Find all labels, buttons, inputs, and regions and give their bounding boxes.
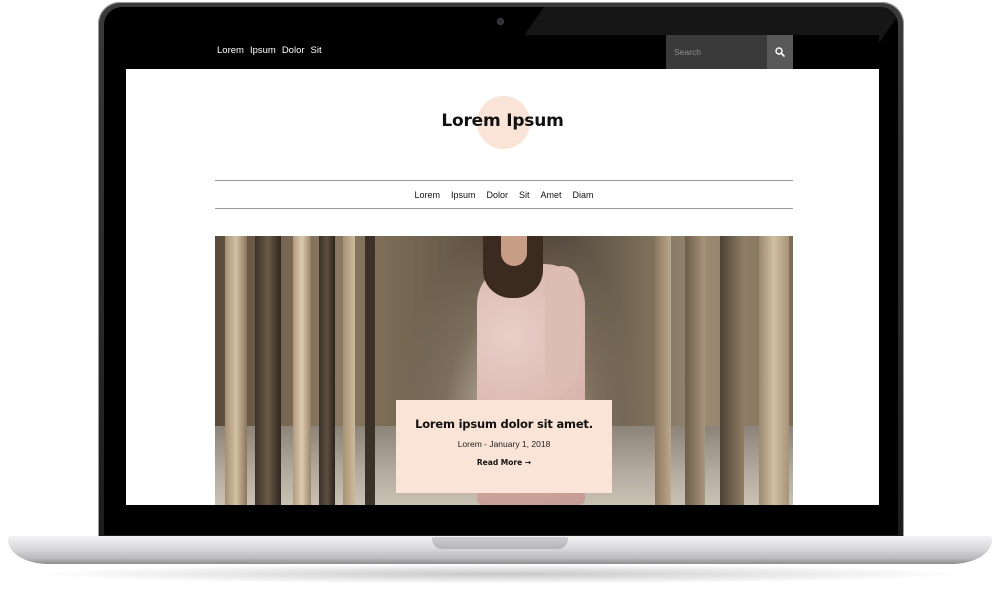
laptop-shadow xyxy=(30,564,970,584)
search-box xyxy=(666,35,793,69)
top-link-ipsum[interactable]: Ipsum xyxy=(250,45,276,57)
top-bar: Lorem Ipsum Dolor Sit xyxy=(126,35,879,69)
top-links: Lorem Ipsum Dolor Sit xyxy=(217,45,322,57)
search-button[interactable] xyxy=(767,35,793,69)
figure-face xyxy=(501,236,527,266)
featured-post-card: Lorem ipsum dolor sit amet. Lorem - Janu… xyxy=(396,400,612,493)
pillar xyxy=(255,236,281,505)
pillar xyxy=(293,236,311,505)
read-more-link[interactable]: Read More → xyxy=(477,458,531,467)
pillar xyxy=(343,236,355,505)
pillar xyxy=(365,236,375,505)
logo-text: Lorem Ipsum xyxy=(441,111,564,131)
search-input[interactable] xyxy=(666,35,767,69)
site-logo[interactable]: Lorem Ipsum xyxy=(126,95,879,155)
post-meta: Lorem - January 1, 2018 xyxy=(457,439,551,449)
pillar xyxy=(225,236,247,505)
pillar xyxy=(319,236,335,505)
nav-item-lorem[interactable]: Lorem xyxy=(414,190,440,200)
top-link-lorem[interactable]: Lorem xyxy=(217,45,244,57)
nav-item-ipsum[interactable]: Ipsum xyxy=(451,190,476,200)
pillar xyxy=(685,236,705,505)
pillar xyxy=(655,236,671,505)
post-title[interactable]: Lorem ipsum dolor sit amet. xyxy=(396,417,612,431)
nav-item-diam[interactable]: Diam xyxy=(573,190,594,200)
nav-item-amet[interactable]: Amet xyxy=(541,190,562,200)
top-link-dolor[interactable]: Dolor xyxy=(282,45,305,57)
top-link-sit[interactable]: Sit xyxy=(311,45,322,57)
pillar xyxy=(759,236,789,505)
nav-item-dolor[interactable]: Dolor xyxy=(486,190,508,200)
webcam-icon xyxy=(497,18,504,25)
search-icon xyxy=(775,47,785,57)
pillar xyxy=(720,236,744,505)
laptop-notch xyxy=(432,537,568,549)
nav-item-sit[interactable]: Sit xyxy=(519,190,530,200)
figure-arm xyxy=(545,266,579,386)
main-nav: Lorem Ipsum Dolor Sit Amet Diam xyxy=(215,180,793,209)
browser-viewport: Lorem Ipsum Dolor Sit Lorem Ipsum Lorem … xyxy=(126,35,879,505)
